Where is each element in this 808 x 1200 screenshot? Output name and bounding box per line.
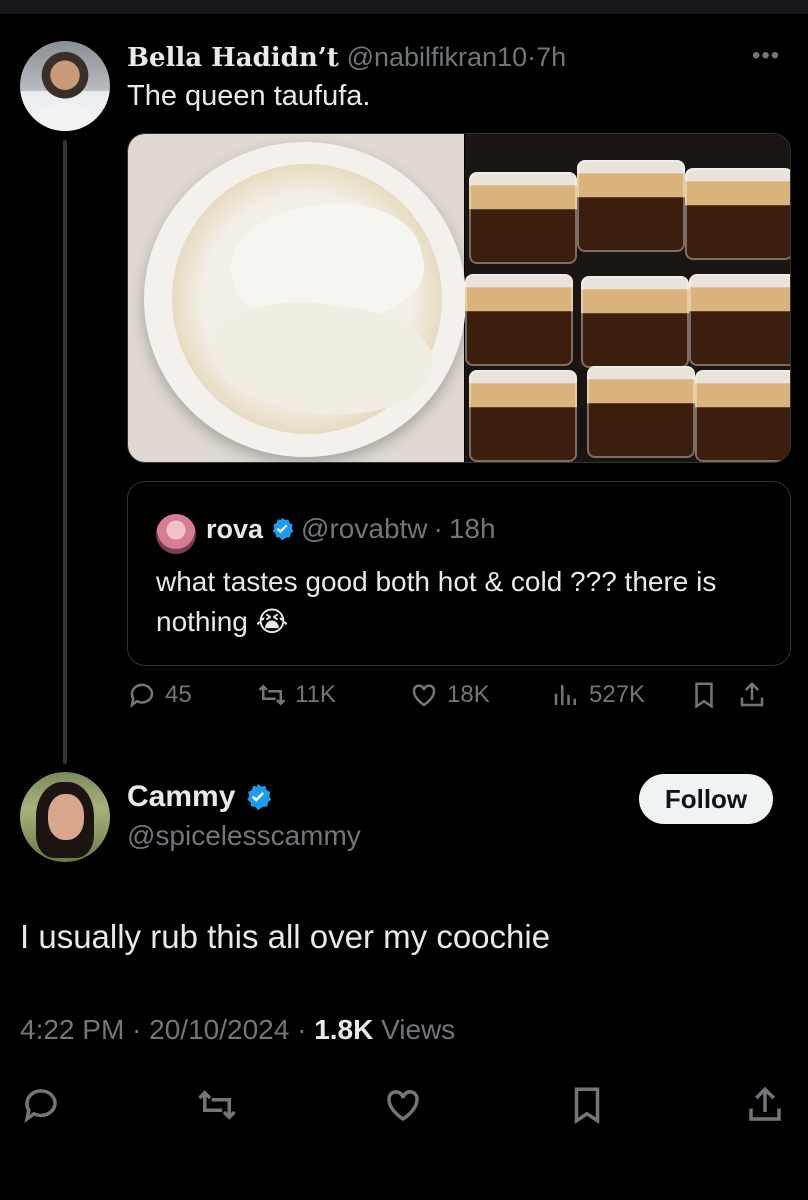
share-icon: [740, 681, 764, 707]
quoted-header: rova @rovabtw · 18h: [206, 513, 496, 545]
share-button[interactable]: [737, 680, 767, 710]
reply-button[interactable]: [20, 1084, 62, 1126]
more-icon[interactable]: •••: [752, 42, 780, 70]
media-image[interactable]: [128, 134, 466, 462]
media-image[interactable]: [465, 134, 790, 462]
bookmark-button[interactable]: [566, 1084, 608, 1126]
separator: ·: [527, 42, 537, 72]
verified-icon: [247, 783, 272, 811]
like-count: 18K: [447, 681, 490, 708]
views-count: 527K: [589, 681, 646, 708]
separator: ·: [433, 513, 443, 544]
reply-icon: [24, 1089, 57, 1124]
views-label: Views: [373, 1014, 456, 1045]
retweet-count: 11K: [295, 681, 336, 708]
verified-icon: [272, 517, 294, 541]
display-name[interactable]: Cammy: [127, 780, 235, 814]
display-name[interactable]: rova: [206, 514, 263, 545]
author-name: Cammy: [127, 780, 273, 814]
display-name[interactable]: Bella Hadidn’t: [127, 43, 339, 73]
timestamp[interactable]: 18h: [449, 513, 496, 545]
tweet-actions: 45 11K 18K 527K: [127, 680, 791, 720]
quoted-text: what tastes good both hot & cold ??? the…: [156, 566, 717, 637]
timestamp[interactable]: 7h: [536, 42, 566, 72]
thread-line: [63, 140, 67, 764]
retweet-icon: [258, 684, 286, 706]
tweet-header: Bella Hadidn’t @nabilfikran10·7h: [127, 40, 566, 75]
like-button[interactable]: [382, 1084, 424, 1126]
handle[interactable]: @rovabtw: [301, 513, 427, 545]
handle[interactable]: @spicelesscammy: [127, 820, 361, 852]
views-icon: [554, 685, 576, 705]
avatar[interactable]: [20, 772, 110, 862]
follow-button[interactable]: Follow: [639, 774, 773, 824]
like-icon: [412, 684, 436, 707]
quoted-tweet[interactable]: rova @rovabtw · 18h what tastes good both …: [127, 481, 791, 666]
retweet-button[interactable]: [196, 1084, 238, 1126]
views-count: 1.8K: [314, 1014, 374, 1045]
avatar[interactable]: [20, 41, 110, 131]
avatar[interactable]: [156, 514, 196, 554]
handle[interactable]: @nabilfikran10: [347, 42, 528, 72]
bookmark-icon: [574, 1087, 600, 1125]
tweet-text: I usually rub this all over my coochie: [20, 918, 551, 955]
tweet-text: The queen taufufa.: [127, 80, 371, 112]
retweet-icon: [198, 1090, 236, 1120]
retweet-button[interactable]: 11K: [257, 680, 336, 710]
timestamp[interactable]: 4:22 PM · 20/10/2024 ·: [20, 1014, 314, 1045]
views-button[interactable]: 527K: [551, 680, 645, 710]
bookmark-icon: [695, 682, 713, 709]
like-button[interactable]: 18K: [409, 680, 490, 710]
status-strip: [0, 0, 808, 14]
share-icon: [749, 1086, 781, 1121]
tweet-media[interactable]: [127, 133, 791, 463]
tweet-meta: 4:22 PM · 20/10/2024 · 1.8K Views: [20, 1014, 455, 1046]
detail-actions: [0, 1080, 808, 1130]
share-button[interactable]: [744, 1084, 786, 1126]
bookmark-button[interactable]: [689, 680, 719, 710]
reply-button[interactable]: 45: [127, 680, 192, 710]
like-icon: [387, 1090, 419, 1122]
reply-icon: [130, 683, 154, 708]
reply-count: 45: [165, 681, 192, 708]
